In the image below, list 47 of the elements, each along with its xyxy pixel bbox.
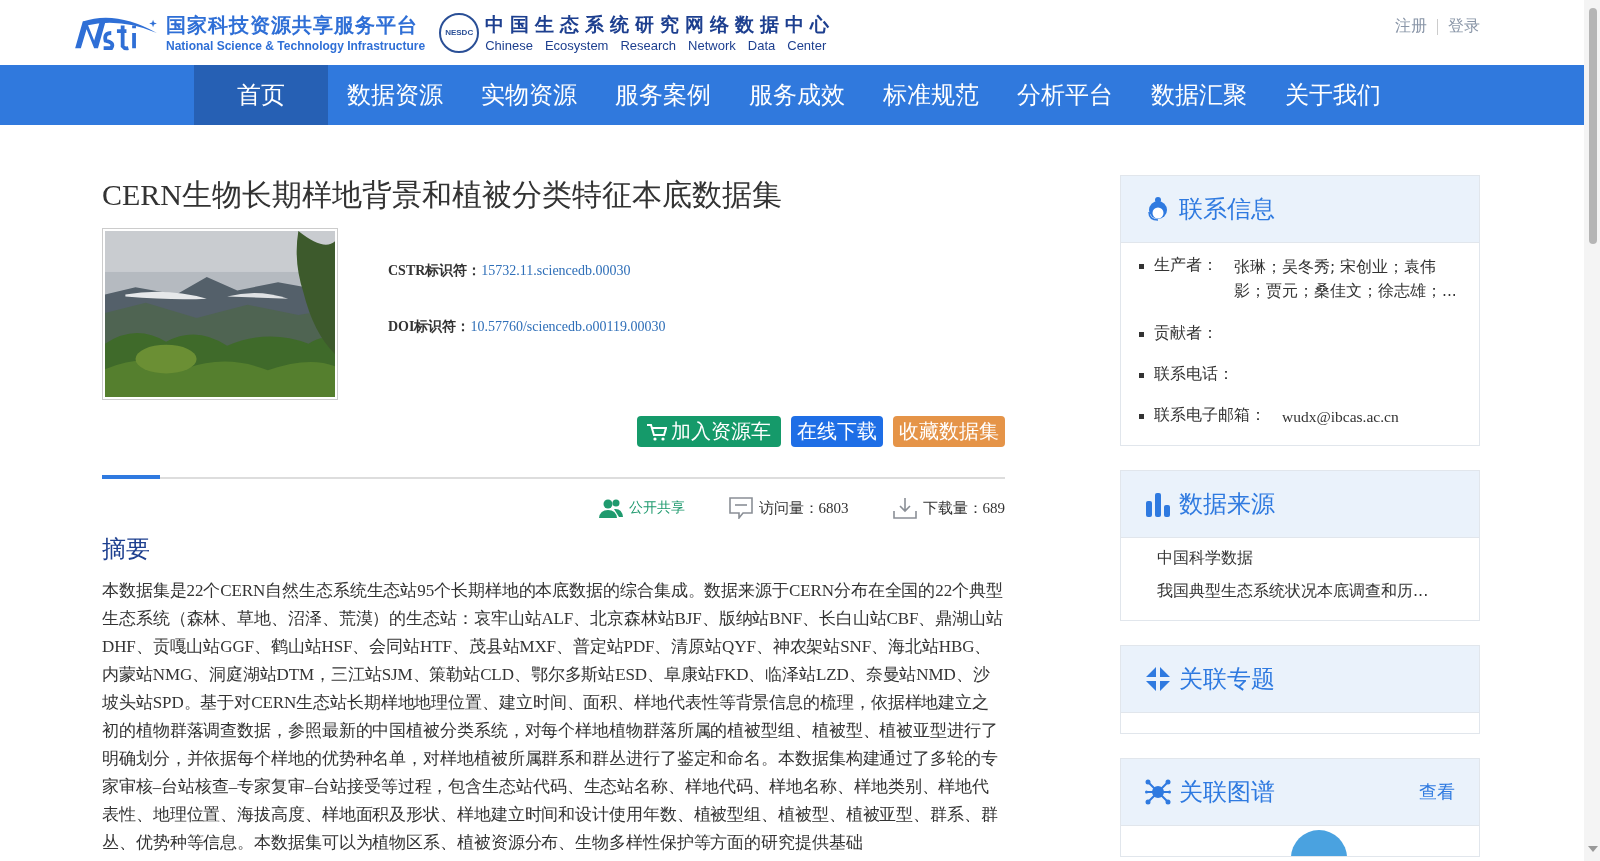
center-subtitle-word: Research: [620, 38, 677, 53]
favorite-button[interactable]: 收藏数据集: [893, 416, 1005, 447]
platform-subtitle: National Science & Technology Infrastructure: [166, 39, 426, 53]
auth-link[interactable]: 登录: [1448, 16, 1480, 37]
center-subtitle-word: Ecosystem: [544, 38, 609, 53]
dataset-title: CERN生物长期样地背景和植被分类特征本底数据集: [102, 177, 783, 213]
abstract-heading: 摘要: [102, 534, 151, 565]
nav-tab[interactable]: 分析平台: [998, 65, 1132, 125]
download-count: 下载量：689: [922, 498, 1005, 518]
center-name: 中国生态系统研究网络数据中心: [485, 12, 836, 37]
center-subtitle-word: Network: [688, 38, 736, 53]
field-value: 张琳；吴冬秀; 宋创业；袁伟影；贾元；桑佳文；徐志雄；...: [1234, 257, 1458, 302]
auth-link[interactable]: 注册: [1395, 16, 1427, 37]
nav-tab[interactable]: 标准规范: [864, 65, 998, 125]
nav-tab[interactable]: 关于我们: [1266, 65, 1400, 125]
platform-name: 国家科技资源共享服务平台: [166, 12, 419, 39]
field-label: 生产者：: [1154, 255, 1218, 276]
nav-tab[interactable]: 数据汇聚: [1132, 65, 1266, 125]
field-label: 贡献者：: [1154, 323, 1218, 344]
identifier-link[interactable]: 10.57760/sciencedb.o00119.00030: [470, 319, 666, 334]
field-label: 联系电话：: [1154, 364, 1234, 385]
nav-tab[interactable]: 首页: [194, 65, 328, 125]
abstract-text: 本数据集是22个CERN自然生态系统生态站95个长期样地的本底数据的综合集成。数据来源于CERN分布在全国的22个典型生态系统（森林、草地、沼泽、荒漠）的生态站：哀牢山站ALF、北京森林站BJF、版纳站BNF、长白山站CBF、鼎湖山站DHF、贡嘎山站GGF、鹤山站HSF、会同站HTF、茂县站MXF、普定站PDF、清原站QYF、神农架站SNF、海北站HBG、内蒙站NMG、洞庭湖站DTM，三江站SJM、策勒站CLD、鄂尔多斯站ESD、阜康站FKD、临泽站LZD、奈曼站NMD、沙坡头站SPD。基于对CERN生态站长期样地地理位置、建立时间、面积、样地代表性等背景信息的梳理，依据样地建立之初的植物群落调查数据，参照最新的中国植被分类系统，对每个样地植物群落所属的植被型组、植被型、植被亚型进行了明确划分，并依据每个样地的优势种名单，对样地植被所属群系和群丛进行了鉴定和命名。本数据集构建通过了多轮的专家审核–台站核查–专家复审–台站接受等过程，包含生态站代码、生态站名称、样地代码、样地名称、样地类别、样地代表性、地理位置、海拔高度、样地面积及形状、样地建立时间和设计使用年数、植被型组、植被型、植被亚型、群系、群丛、优势种等信息。本数据集可以为植物区系、植被资源分布、生物多样性保护等方面的研究提供基础: [102, 580, 1004, 854]
source-item[interactable]: 我国典型生态系统状况本底调查和历...: [1157, 581, 1459, 602]
field-label: 联系电子邮箱：: [1154, 405, 1266, 426]
nav-tab[interactable]: 服务成效: [730, 65, 864, 125]
field-value: wudx@ibcas.ac.cn: [1282, 407, 1399, 427]
center-subtitle-word: Data: [747, 38, 776, 53]
nesdc-emblem: NESDC: [439, 12, 480, 53]
center-subtitle-word: Chinese: [485, 38, 533, 53]
nav-tab[interactable]: 数据资源: [328, 65, 462, 125]
card-title: 联系信息: [1179, 194, 1276, 225]
source-item[interactable]: 中国科学数据: [1157, 548, 1459, 569]
view-link[interactable]: 查看: [1419, 780, 1455, 804]
add-to-cart-button[interactable]: 加入资源车: [637, 416, 781, 447]
card-title: 关联专题: [1179, 664, 1276, 695]
card-title: 数据来源: [1179, 489, 1276, 520]
card-title: 关联图谱: [1179, 777, 1276, 808]
download-button[interactable]: 在线下载: [791, 416, 883, 447]
visit-count: 访问量：6803: [758, 498, 849, 518]
identifier-link[interactable]: 15732.11.sciencedb.00030: [481, 263, 631, 278]
nav-tab[interactable]: 实物资源: [462, 65, 596, 125]
identifier-label: CSTR标识符：: [388, 263, 482, 278]
center-subtitle-word: Center: [787, 38, 827, 53]
identifier-label: DOI标识符：: [388, 319, 471, 334]
access-label: 公开共享: [628, 499, 685, 517]
nav-tab[interactable]: 服务案例: [596, 65, 730, 125]
